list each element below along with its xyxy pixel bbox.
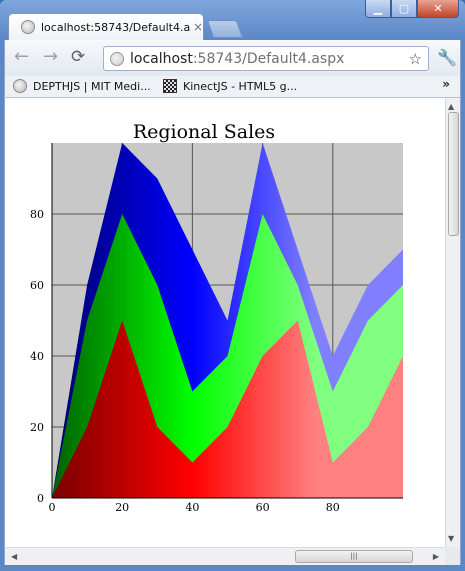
y-tick-label: 60 (30, 279, 44, 292)
url-text[interactable]: localhost:58743/Default4.aspx (130, 51, 344, 67)
y-tick-label: 80 (30, 208, 44, 221)
window-bottom-edge (0, 565, 465, 571)
reload-icon[interactable]: ⟳ (71, 48, 85, 66)
window-controls: ▁ ▢ ✕ (365, 0, 459, 18)
scroll-right-arrow-icon[interactable]: ▶ (433, 552, 439, 561)
y-tick-label: 20 (30, 421, 44, 434)
x-tick-label: 80 (326, 501, 340, 514)
tab-close-icon[interactable]: × (193, 20, 203, 34)
bookmarks-bar: DEPTHJS | MIT Medi... KinectJS - HTML5 g… (4, 76, 461, 98)
more-bookmarks-icon[interactable]: » (442, 77, 450, 91)
x-tick-label: 60 (256, 501, 270, 514)
bookmark-label: KinectJS - HTML5 g... (183, 79, 298, 93)
globe-icon (21, 20, 35, 34)
browser-window: ▁ ▢ ✕ localhost:58743/Default4.as × ← → … (0, 0, 465, 571)
kinectjs-icon (163, 79, 177, 93)
close-button[interactable]: ✕ (417, 0, 459, 18)
wrench-icon[interactable]: 🔧 (437, 48, 457, 67)
browser-tab[interactable]: localhost:58743/Default4.as × (8, 13, 204, 40)
y-tick-label: 40 (30, 350, 44, 363)
maximize-button[interactable]: ▢ (391, 0, 417, 18)
y-tick-label: 0 (37, 492, 44, 505)
chart-title: Regional Sales (133, 121, 275, 143)
horizontal-scroll-thumb[interactable]: ||| (295, 550, 413, 563)
scroll-down-arrow-icon[interactable]: ▼ (448, 534, 454, 543)
scroll-left-arrow-icon[interactable]: ◀ (11, 552, 17, 561)
forward-arrow-icon[interactable]: → (43, 48, 58, 66)
globe-icon (110, 51, 124, 66)
bookmark-label: DEPTHJS | MIT Medi... (33, 79, 151, 93)
toolbar: ← → ⟳ localhost:58743/Default4.aspx ☆ 🔧 (4, 40, 461, 76)
back-arrow-icon[interactable]: ← (14, 48, 29, 66)
tab-title: localhost:58743/Default4.as (41, 20, 191, 34)
page-content: 0 20 40 60 80 0 20 40 60 80 Regional Sales (4, 98, 445, 547)
bookmark-star-icon[interactable]: ☆ (409, 50, 422, 68)
bookmark-depthjs[interactable]: DEPTHJS | MIT Medi... (13, 79, 151, 93)
scroll-up-arrow-icon[interactable]: ▲ (448, 102, 454, 111)
new-tab-button[interactable] (206, 20, 244, 38)
area-chart: 0 20 40 60 80 0 20 40 60 80 Regional Sales (30, 121, 403, 514)
address-bar[interactable]: localhost:58743/Default4.aspx ☆ (103, 46, 429, 71)
globe-icon (13, 79, 27, 93)
minimize-button[interactable]: ▁ (365, 0, 391, 18)
scrollbar-corner (445, 547, 461, 565)
horizontal-scrollbar[interactable]: ◀ ||| ▶ (4, 547, 445, 565)
vertical-scrollbar[interactable]: ▲ ▼ (445, 98, 461, 547)
x-tick-label: 40 (185, 501, 199, 514)
vertical-scroll-thumb[interactable] (448, 112, 459, 236)
x-tick-label: 20 (115, 501, 129, 514)
x-tick-label: 0 (49, 501, 56, 514)
bookmark-kinectjs[interactable]: KinectJS - HTML5 g... (163, 79, 297, 93)
